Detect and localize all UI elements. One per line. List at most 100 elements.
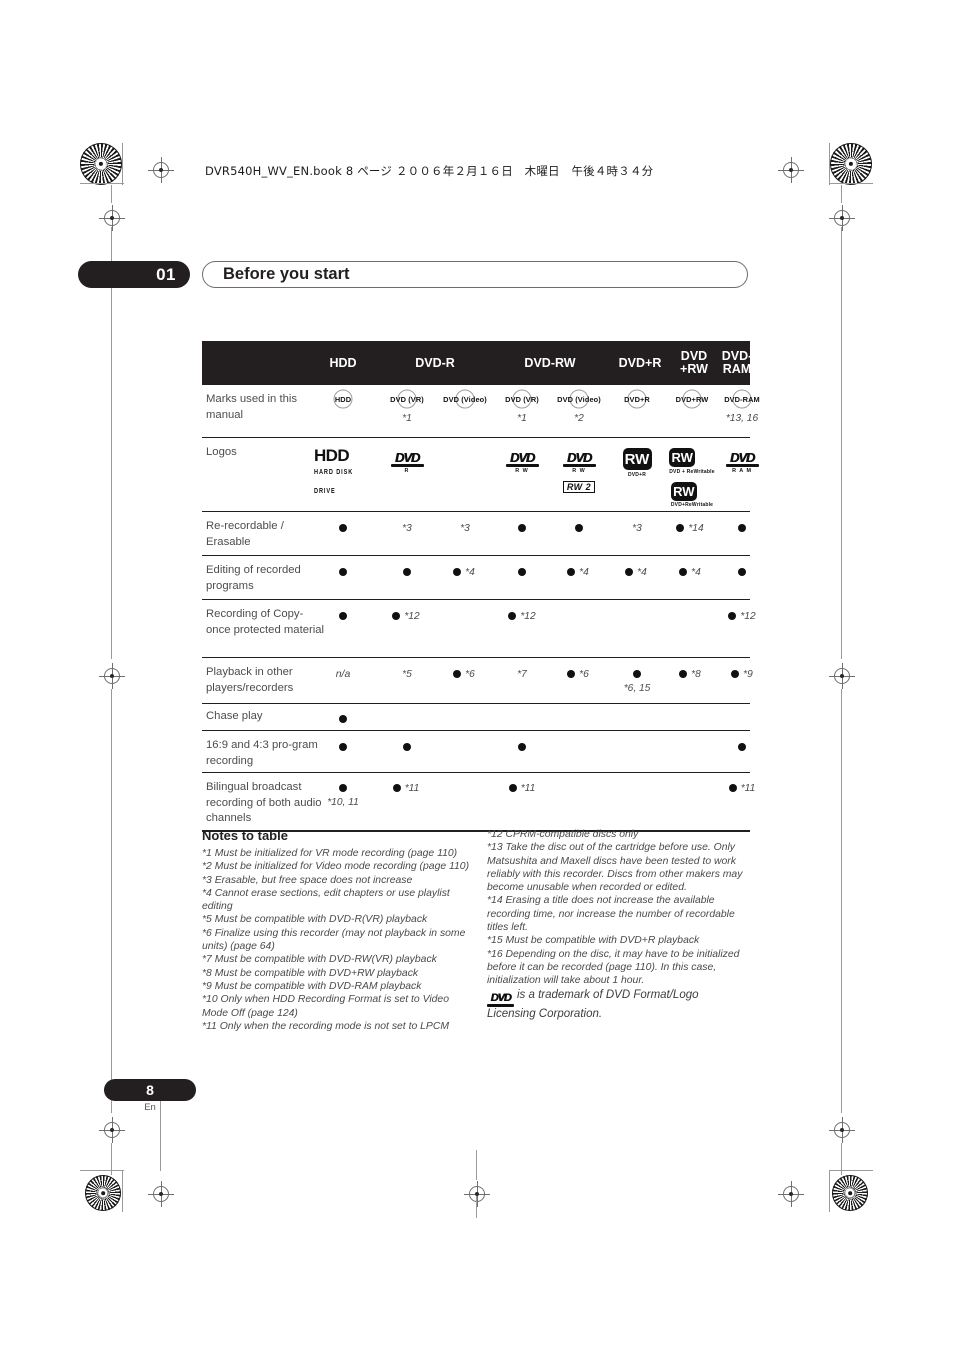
row-label-marks: Marks used in this manual	[206, 393, 298, 421]
note-item: *10 Only when HDD Recording Format is se…	[202, 994, 449, 1019]
page-title: Before you start	[202, 261, 748, 288]
bullet-dot	[339, 784, 347, 792]
registration-mark-top-left	[80, 143, 122, 185]
cell-edit-hdd	[311, 564, 375, 580]
file-header-text: DVR540H_WV_EN.book 8 ページ ２００６年２月１６日 木曜日 …	[205, 164, 654, 178]
cell-note: *7	[517, 668, 527, 680]
notes-right-column: *12 CPRM-compatible discs only *13 Take …	[487, 828, 749, 1022]
table-row-copy-once: Recording of Copy-once protected materia…	[202, 599, 756, 657]
cell-note-second-line: *6, 15	[623, 683, 651, 694]
bullet-dot	[738, 568, 746, 576]
bullet-dot	[392, 612, 401, 620]
table-header-row: HDD DVD-R DVD-RW DVD+R DVD +RW DVD- RAM	[202, 341, 752, 385]
cell-bilingual-hdd: *10, 11	[311, 780, 375, 808]
bullet-dot	[392, 784, 401, 792]
cell-bilingual-dvdr-vr: *11	[376, 780, 436, 796]
cell-note: *11	[404, 782, 420, 794]
cell-edit-dvdram	[716, 564, 768, 580]
crop-crosshair-right-lower	[829, 1117, 855, 1143]
bullet-dot	[518, 568, 526, 576]
dvd-plus-rw-logo-box-2: RW	[670, 481, 697, 501]
crop-crosshair-top-right	[778, 157, 804, 183]
cell-edit-dvdplusr: *4	[606, 564, 666, 580]
cell-copyonce-dvdr-vr: *12	[376, 608, 436, 624]
note-item: *12 CPRM-compatible discs only	[487, 829, 639, 840]
cell-na: n/a	[335, 668, 351, 680]
dvd-rw-logo-main-2: DVD	[566, 450, 592, 465]
crop-line-left-spine-3	[111, 689, 113, 1113]
cell-note: *12	[520, 610, 536, 622]
bullet-dot	[339, 568, 347, 576]
crop-line-top-left-h	[80, 183, 124, 185]
registration-mark-top-right	[830, 143, 872, 185]
dvd-rw-logo-icon-2: DVD R W	[562, 450, 596, 474]
cell-note: *4	[691, 566, 701, 578]
crop-line-left-spine-4	[111, 1143, 113, 1175]
cell-edit-dvdr-video: *4	[434, 564, 494, 580]
rw2-logo-icon: RW 2	[562, 480, 596, 493]
crop-crosshair-bottom-left	[148, 1181, 174, 1207]
cell-note: *4	[465, 566, 475, 578]
cell-aspect-dvdram	[716, 739, 768, 755]
page-language-label: En	[144, 1102, 156, 1113]
dvd-plus-rw-logo-icon-1: RW DVD + ReWritable	[669, 448, 715, 475]
note-item: *2 Must be initialized for Video mode re…	[202, 861, 470, 873]
notes-left-column: *1 Must be initialized for VR mode recor…	[202, 847, 474, 1033]
cell-playback-hdd: n/a	[311, 666, 375, 682]
bullet-dot	[518, 743, 526, 751]
mark-badge-dvd-plus-r: DVD+R	[624, 389, 650, 409]
trademark-statement: DVD is a trademark of DVD Format/Logo Li…	[487, 988, 749, 1022]
dvd-rw-logo-sub-2: R W	[572, 467, 586, 474]
bullet-dot	[567, 670, 576, 678]
row-label-re-recordable: Re-recordable / Erasable	[206, 520, 284, 548]
cell-rerec-dvdram	[716, 520, 768, 536]
mark-badge-dvd-plus-rw: DVD+RW	[676, 389, 709, 409]
cell-marks-dvdrw-video: DVD (Video) *2	[550, 389, 608, 424]
cell-note: *3	[460, 522, 470, 534]
crop-line-top-right-v	[829, 143, 831, 185]
dvd-ram-logo-main: DVD	[729, 450, 755, 465]
mark-badge-hdd: HDD	[333, 389, 353, 409]
table-row-bilingual: Bilingual broadcast recording of both au…	[202, 772, 755, 830]
crop-line-right-spine-2	[841, 227, 843, 659]
note-item: *7 Must be compatible with DVD-RW(VR) pl…	[202, 954, 437, 966]
note-item: *9 Must be compatible with DVD-RAM playb…	[202, 980, 422, 992]
dvd-rw-logo-icon-1: DVD R W	[505, 451, 539, 474]
crop-line-top-left-v	[122, 143, 124, 185]
cell-note: *3	[402, 522, 412, 534]
logo-cell-dvd-rw-video: DVD R W RW 2	[550, 450, 608, 493]
cell-note: *9	[743, 668, 753, 680]
crop-line-bottom-right-v	[829, 1170, 831, 1212]
cell-chase-hdd	[311, 711, 375, 727]
cell-edit-dvdr-vr	[378, 564, 436, 580]
trademark-text: is a trademark of DVD Format/Logo Licens…	[487, 988, 699, 1020]
logo-cell-dvd-plus-rw: RW DVD + ReWritable RW DVD+ReWritable	[666, 448, 718, 508]
bullet-dot	[339, 524, 347, 532]
cell-playback-dvdr-video: *6	[434, 666, 494, 682]
logo-cell-dvd-ram: DVD R A M	[716, 450, 768, 474]
bullet-dot	[728, 784, 737, 792]
note-item: *5 Must be compatible with DVD-R(VR) pla…	[202, 914, 428, 926]
crop-line-left-spine-2	[111, 227, 113, 659]
row-label-playback: Playback in other players/recorders	[206, 666, 294, 694]
cell-copyonce-hdd	[311, 608, 375, 624]
bullet-dot	[508, 784, 517, 792]
note-item: *16 Depending on the disc, it may have t…	[487, 948, 740, 987]
dvd-trademark-logo-icon: DVD	[487, 991, 514, 1007]
cell-marks-dvdrw-vr: DVD (VR) *1	[494, 389, 550, 424]
mark-note-dvdrw-video: *2	[574, 413, 584, 424]
cell-note: *11	[520, 782, 536, 794]
bullet-dot	[731, 670, 740, 678]
hdd-logo-main: HDD	[314, 446, 350, 465]
bullet-dot	[403, 568, 411, 576]
cell-playback-dvdplusrw: *8	[662, 666, 718, 682]
crop-crosshair-right-mid	[829, 663, 855, 689]
dvd-ram-logo-icon: DVD R A M	[725, 450, 759, 474]
mark-badge-dvd-vr-2: DVD (VR)	[505, 389, 539, 409]
crop-crosshair-bottom-right	[778, 1181, 804, 1207]
bullet-dot	[679, 568, 688, 576]
cell-marks-dvdr-vr: DVD (VR) *1	[378, 389, 436, 424]
column-header-dvd-plus-r: DVD+R	[618, 355, 662, 370]
column-header-dvd-plus-rw: DVD +RW	[672, 341, 716, 385]
registration-mark-bottom-right	[832, 1175, 868, 1211]
